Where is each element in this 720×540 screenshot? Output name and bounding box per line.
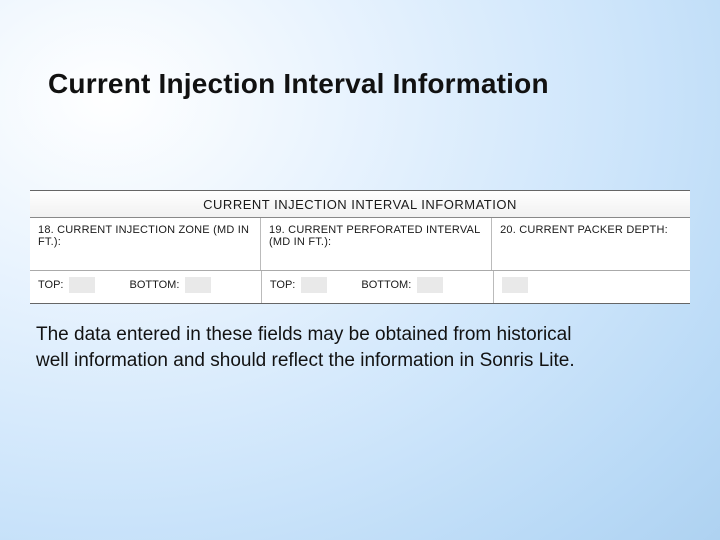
field-19-top-input[interactable] [301,277,327,293]
field-19-top-label: TOP: [270,279,295,291]
field-18-inputs: TOP: BOTTOM: [30,271,262,303]
slide-title: Current Injection Interval Information [48,68,549,100]
field-18-bottom-label: BOTTOM: [129,279,179,291]
field-18-top-label: TOP: [38,279,63,291]
field-18-label: 18. CURRENT INJECTION ZONE (MD IN FT.): [30,218,261,270]
form-table: CURRENT INJECTION INTERVAL INFORMATION 1… [30,190,690,304]
field-19-inputs: TOP: BOTTOM: [262,271,494,303]
field-18-top-input[interactable] [69,277,95,293]
field-19-label: 19. CURRENT PERFORATED INTERVAL (MD IN F… [261,218,492,270]
body-paragraph: The data entered in these fields may be … [36,322,596,373]
form-header: CURRENT INJECTION INTERVAL INFORMATION [30,191,690,218]
field-20-input[interactable] [502,277,528,293]
field-20-label: 20. CURRENT PACKER DEPTH: [492,218,690,270]
field-19-bottom-label: BOTTOM: [361,279,411,291]
field-18-bottom-input[interactable] [185,277,211,293]
field-19-bottom-input[interactable] [417,277,443,293]
form-input-row: TOP: BOTTOM: TOP: BOTTOM: [30,271,690,303]
form-label-row: 18. CURRENT INJECTION ZONE (MD IN FT.): … [30,218,690,271]
field-20-inputs [494,271,690,303]
